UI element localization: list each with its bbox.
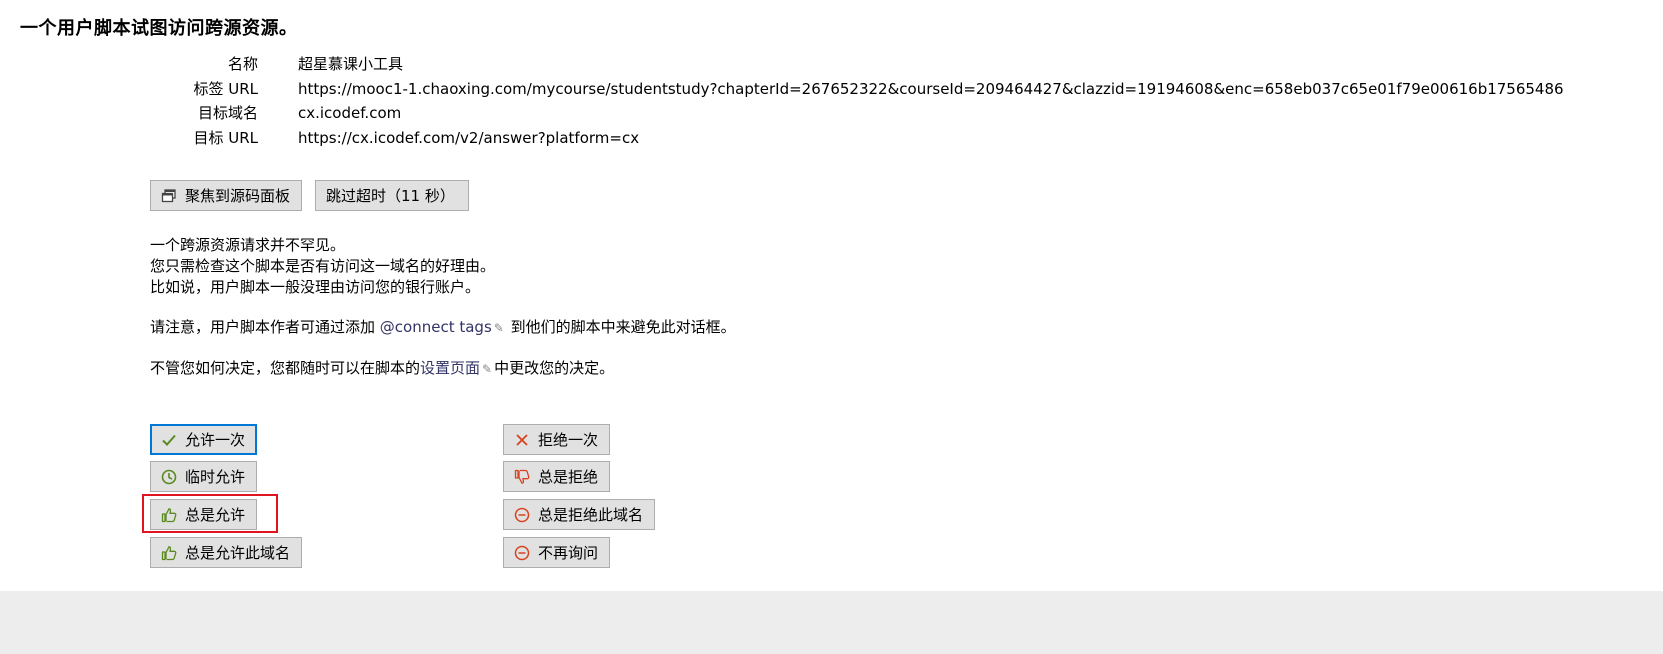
desc-line: 一个跨源资源请求并不罕见。: [150, 236, 346, 254]
info-label: 标签 URL: [193, 79, 258, 98]
connect-note: 请注意，用户脚本作者可通过添加 @connect tags ✎ 到他们的脚本中来避…: [150, 318, 736, 336]
external-link-icon: ✎: [482, 362, 493, 376]
checkmark-icon: [161, 432, 177, 448]
button-label: 不再询问: [538, 544, 599, 562]
allow-temporarily-button[interactable]: 临时允许: [150, 461, 258, 492]
allow-once-button[interactable]: 允许一次: [150, 424, 258, 455]
settings-page-link[interactable]: 设置页面: [420, 359, 480, 377]
button-label: 总是允许此域名: [185, 544, 291, 562]
button-label: 允许一次: [185, 431, 246, 449]
minus-circle-icon: [514, 507, 530, 523]
never-ask-button[interactable]: 不再询问: [503, 537, 611, 568]
skip-timeout-button[interactable]: 跳过超时（11 秒）: [315, 180, 469, 211]
info-row-target-domain: 目标域名 cx.icodef.com: [150, 101, 1564, 126]
info-row-name: 名称 超星慕课小工具: [150, 52, 1564, 77]
cross-icon: [514, 432, 530, 448]
info-label: 名称: [227, 55, 258, 73]
focus-source-panel-button[interactable]: 聚焦到源码面板: [150, 180, 303, 211]
button-label: 拒绝一次: [538, 431, 599, 449]
footer-bar: [0, 591, 1663, 654]
button-label: 聚焦到源码面板: [185, 187, 291, 205]
button-label: 跳过超时（11 秒）: [326, 187, 455, 205]
button-label: 临时允许: [185, 468, 246, 486]
cross-origin-dialog: 一个用户脚本试图访问跨源资源。 名称 超星慕课小工具 标签 URL https:…: [0, 0, 1663, 654]
always-deny-button[interactable]: 总是拒绝: [503, 461, 611, 492]
minus-circle-icon: [514, 545, 530, 561]
thumbs-down-icon: [514, 469, 530, 485]
always-allow-domain-button[interactable]: 总是允许此域名: [150, 537, 303, 568]
info-label: 目标域名: [197, 104, 258, 122]
desc-line: 您只需检查这个脚本是否有访问这一域名的好理由。: [150, 257, 496, 275]
thumbs-up-icon: [161, 545, 177, 561]
page-title: 一个用户脚本试图访问跨源资源。: [20, 18, 298, 39]
target-domain-value: cx.icodef.com: [298, 104, 402, 122]
external-link-icon: ✎: [493, 321, 504, 335]
deny-once-button[interactable]: 拒绝一次: [503, 424, 611, 455]
desc-line: 比如说，用户脚本一般没理由访问您的银行账户。: [150, 278, 481, 296]
button-label: 总是拒绝: [538, 468, 599, 486]
button-label: 总是拒绝此域名: [538, 506, 644, 524]
info-row-target-url: 目标 URL https://cx.icodef.com/v2/answer?p…: [150, 126, 1564, 151]
target-url-value: https://cx.icodef.com/v2/answer?platform…: [298, 128, 640, 147]
request-info: 名称 超星慕课小工具 标签 URL https://mooc1-1.chaoxi…: [150, 52, 1564, 151]
window-stack-icon: [161, 188, 177, 204]
info-row-tab-url: 标签 URL https://mooc1-1.chaoxing.com/myco…: [150, 77, 1564, 102]
tab-url-value: https://mooc1-1.chaoxing.com/mycourse/st…: [298, 79, 1564, 98]
settings-note: 不管您如何决定，您都随时可以在脚本的设置页面 ✎ 中更改您的决定。: [150, 359, 615, 377]
annotation-highlight-box: [142, 494, 278, 533]
connect-tags-link[interactable]: @connect tags: [380, 318, 492, 336]
script-name-value: 超星慕课小工具: [298, 55, 404, 73]
clock-icon: [161, 469, 177, 485]
always-deny-domain-button[interactable]: 总是拒绝此域名: [503, 499, 656, 530]
info-label: 目标 URL: [193, 128, 258, 147]
description: 一个跨源资源请求并不罕见。 您只需检查这个脚本是否有访问这一域名的好理由。 比如…: [150, 235, 736, 380]
